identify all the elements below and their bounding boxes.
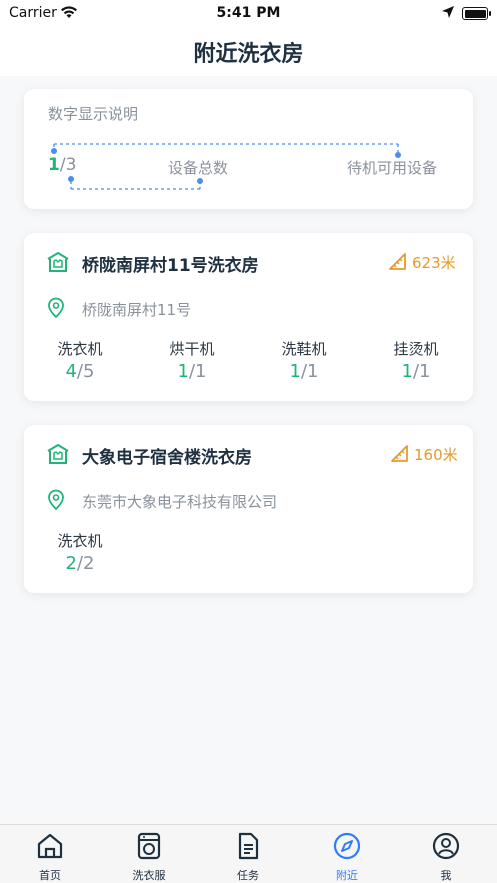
tab-label: 我 xyxy=(440,869,452,882)
washer-icon xyxy=(137,832,161,860)
laundry-shop-icon xyxy=(46,251,70,277)
legend-available-label: 待机可用设备 xyxy=(347,159,438,177)
machine-available: 1 xyxy=(289,361,301,382)
machine-count: 1/1 xyxy=(152,361,232,382)
machine-dryer: 烘干机 1/1 xyxy=(152,338,232,382)
machine-total: /5 xyxy=(76,361,95,382)
legend-title: 数字显示说明 xyxy=(48,105,139,123)
location-pin-icon xyxy=(46,489,66,515)
laundry-distance: 623米 xyxy=(412,254,456,272)
tab-label: 任务 xyxy=(237,869,259,882)
machine-washer: 洗衣机 4/5 xyxy=(40,338,120,382)
machine-total: /1 xyxy=(188,361,207,382)
legend-fraction: 1/3 xyxy=(48,155,76,175)
ruler-icon xyxy=(388,252,408,276)
location-arrow-icon xyxy=(441,5,455,23)
machine-count: 1/1 xyxy=(264,361,344,382)
user-icon xyxy=(432,832,460,860)
legend-total-label: 设备总数 xyxy=(168,159,229,177)
machine-total: /1 xyxy=(300,361,319,382)
legend-total-count: /3 xyxy=(59,155,77,175)
machine-name: 烘干机 xyxy=(169,340,215,358)
document-icon xyxy=(238,832,259,860)
machine-total: /1 xyxy=(412,361,431,382)
laundry-address: 东莞市大象电子科技有限公司 xyxy=(82,493,278,511)
tab-tasks[interactable]: 任务 xyxy=(208,825,288,883)
tab-bar: 首页 洗衣服 任务 附近 我 xyxy=(0,824,497,883)
machine-steamer: 挂烫机 1/1 xyxy=(376,338,456,382)
machine-count: 2/2 xyxy=(40,553,120,574)
tab-label: 首页 xyxy=(39,869,61,882)
laundry-distance: 160米 xyxy=(414,446,458,464)
machine-name: 洗衣机 xyxy=(57,340,103,358)
machine-name: 洗衣机 xyxy=(57,532,103,550)
legend-card: 数字显示说明 1/3 设备总数 待机可用设备 xyxy=(24,89,473,209)
home-icon xyxy=(37,833,63,859)
machine-total: /2 xyxy=(76,553,95,574)
machine-available: 1 xyxy=(177,361,189,382)
machine-available: 4 xyxy=(65,361,77,382)
tab-label: 洗衣服 xyxy=(132,869,166,882)
laundry-card[interactable]: 大象电子宿舍楼洗衣房 160米 东莞市大象电子科技有限公司 洗衣机 2/2 xyxy=(24,425,473,593)
tab-me[interactable]: 我 xyxy=(406,825,486,883)
location-pin-icon xyxy=(46,297,66,323)
tab-washing[interactable]: 洗衣服 xyxy=(109,825,189,883)
laundry-address: 桥陇南屏村11号 xyxy=(82,301,192,319)
legend-available-count: 1 xyxy=(48,155,60,175)
laundry-name: 大象电子宿舍楼洗衣房 xyxy=(82,448,252,468)
status-bar: Carrier 5:41 PM xyxy=(0,0,497,26)
tab-home[interactable]: 首页 xyxy=(10,825,90,883)
machine-count: 4/5 xyxy=(40,361,120,382)
machine-name: 洗鞋机 xyxy=(281,340,327,358)
machine-shoe-washer: 洗鞋机 1/1 xyxy=(264,338,344,382)
tab-nearby[interactable]: 附近 xyxy=(307,825,387,883)
machine-count: 1/1 xyxy=(376,361,456,382)
machine-available: 2 xyxy=(65,553,77,574)
laundry-card[interactable]: 桥陇南屏村11号洗衣房 623米 桥陇南屏村11号 洗衣机 4/5 烘干机 1/… xyxy=(24,233,473,401)
ruler-icon xyxy=(390,444,410,468)
compass-icon xyxy=(333,832,361,860)
status-time: 5:41 PM xyxy=(216,5,281,21)
laundry-shop-icon xyxy=(46,443,70,469)
battery-icon xyxy=(462,7,491,20)
machine-name: 挂烫机 xyxy=(393,340,439,358)
tab-label: 附近 xyxy=(336,869,358,882)
machine-available: 1 xyxy=(401,361,413,382)
laundry-name: 桥陇南屏村11号洗衣房 xyxy=(82,256,259,276)
page-title: 附近洗衣房 xyxy=(193,42,304,67)
machine-washer: 洗衣机 2/2 xyxy=(40,530,120,574)
